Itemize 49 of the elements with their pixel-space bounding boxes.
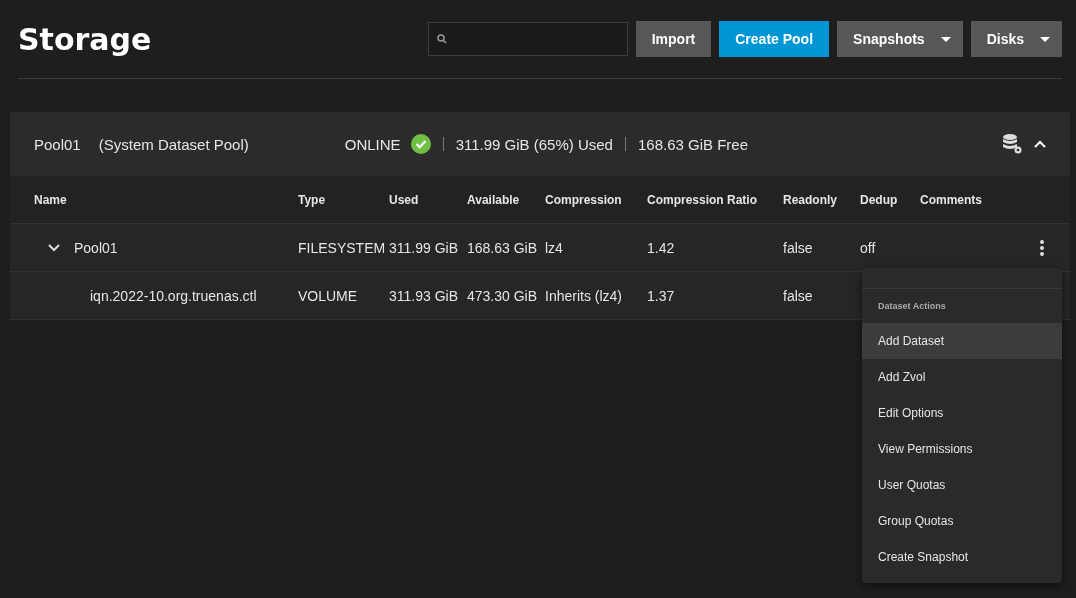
table-cell: VOLUME (298, 287, 358, 304)
database-gear-icon[interactable] (1002, 133, 1024, 155)
table-cell: lz4 (545, 239, 563, 256)
menu-item[interactable]: View Permissions (862, 431, 1062, 467)
table-cell: Inherits (lz4) (545, 287, 623, 304)
pool-used: 311.99 GiB (65%) Used (455, 135, 613, 153)
chevron-icon[interactable] (48, 243, 60, 252)
menu-item[interactable]: User Quotas (862, 467, 1062, 503)
menu-item[interactable]: Group Quotas (862, 503, 1062, 539)
table-cell: 311.93 GiB (389, 287, 458, 304)
table-cell: false (783, 239, 813, 256)
table-cell: 168.63 GiB (467, 239, 538, 256)
table-cell: off (860, 239, 876, 256)
caret-icon (940, 36, 951, 42)
toolbar-button[interactable]: Import (635, 21, 712, 57)
table-cell: 473.30 GiB (467, 287, 538, 304)
pool-name: Pool01 (34, 135, 81, 153)
column-header[interactable]: Used (389, 192, 467, 207)
table-cell: 311.99 GiB (389, 239, 458, 256)
table-cell: false (783, 287, 813, 304)
menu-item[interactable]: Create Snapshot (862, 539, 1062, 575)
column-header[interactable]: Name (34, 192, 298, 207)
column-header[interactable]: Available (467, 192, 545, 207)
menu-item[interactable]: Add Dataset (862, 323, 1062, 359)
column-header[interactable]: Comments (920, 192, 1000, 207)
page-title: Storage (18, 21, 152, 57)
more-vertical-icon[interactable] (1040, 239, 1044, 256)
table-cell: 1.42 (647, 239, 675, 256)
menu-item[interactable]: Edit Options (862, 395, 1062, 431)
search-field[interactable] (427, 22, 628, 56)
table-cell: FILESYSTEM (298, 239, 386, 256)
column-header[interactable]: Dedup (860, 192, 920, 207)
column-header[interactable]: Readonly (783, 192, 860, 207)
table-cell: iqn.2022-10.org.truenas.ctl (90, 287, 257, 304)
pool-status: ONLINE (344, 135, 401, 153)
pool-free: 168.63 GiB Free (637, 135, 748, 153)
check-circle-icon (410, 134, 431, 154)
pool-description: (System Dataset Pool) (98, 135, 249, 153)
table-cell: Pool01 (74, 239, 118, 256)
toolbar-button[interactable]: Snapshots (837, 21, 963, 57)
caret-icon (1040, 36, 1050, 42)
column-header[interactable]: Compression Ratio (647, 192, 783, 207)
toolbar-button[interactable]: Disks (970, 21, 1062, 57)
column-header[interactable]: Compression (545, 192, 647, 207)
menu-item[interactable]: Add Zvol (862, 359, 1062, 395)
table-cell: 1.37 (647, 287, 675, 304)
search-icon (436, 34, 447, 44)
column-header[interactable]: Type (298, 192, 389, 207)
menu-heading: Dataset Actions (877, 300, 947, 313)
